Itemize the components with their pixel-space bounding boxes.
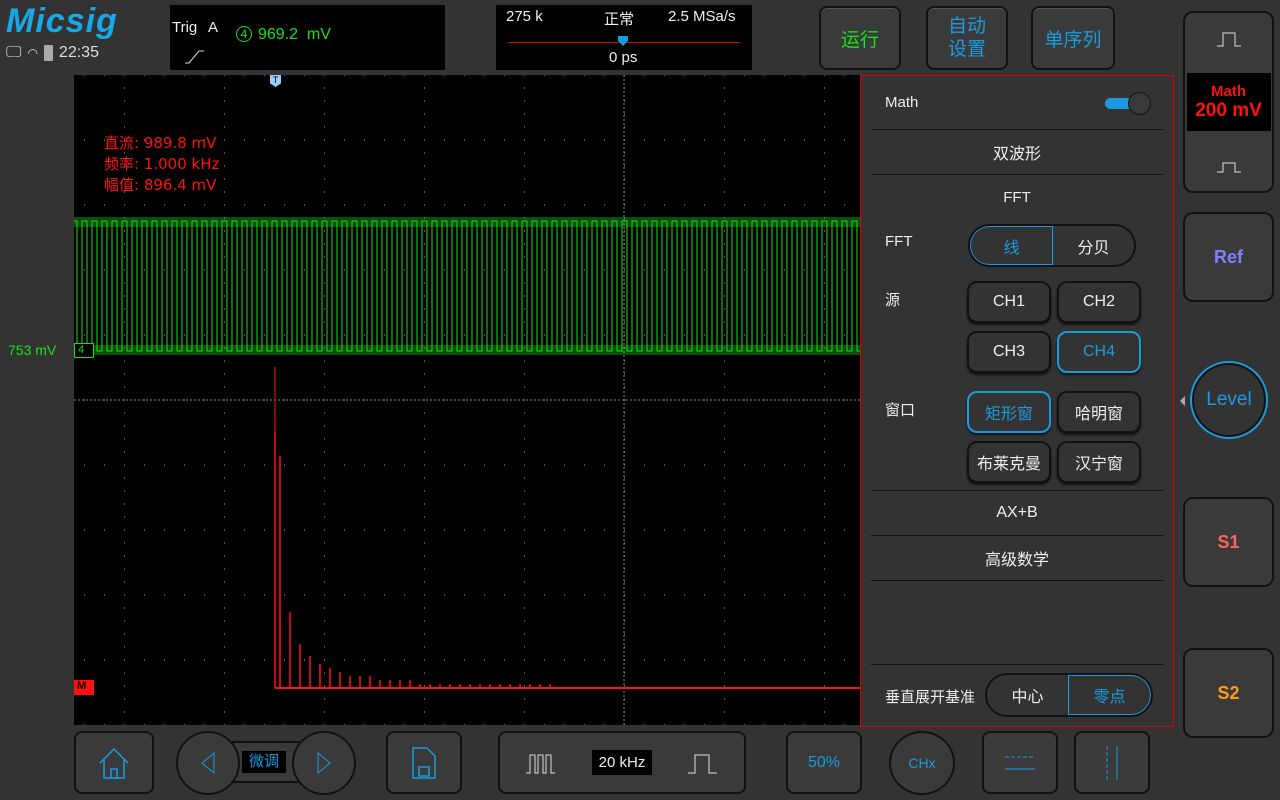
measurement-dc: 直流: 989.8 mV [104,134,217,152]
vertical-ref-toggle: 中心 零点 [985,673,1153,717]
vert-center-button[interactable]: 中心 [987,675,1068,715]
vertical-ref-label: 垂直展开基准 [885,688,976,706]
window-blackman-button[interactable]: 布莱克曼 [967,441,1051,483]
measurement-amplitude: 幅值: 896.4 mV [104,176,217,194]
timebase-info[interactable]: 275 k 正常 2.5 MSa/s 0 ps [496,5,752,70]
vertical-cursor-icon [1106,745,1118,780]
axb-item[interactable]: AX+B [871,491,1163,536]
vertical-cursor-button[interactable] [1074,731,1150,794]
right-arrow-icon [317,752,331,774]
rising-edge-icon [185,50,204,64]
timebase-slower-icon[interactable] [688,752,718,774]
scale-down-icon[interactable] [1216,157,1241,173]
window-rect-button[interactable]: 矩形窗 [967,391,1051,433]
monitor-icon: 🖵 [6,44,22,61]
battery-icon [43,45,53,61]
source-label: 源 [885,291,901,309]
fft-linear-button[interactable]: 线 [970,226,1053,265]
divider [871,664,1163,665]
dual-waveform-item[interactable]: 双波形 [871,130,1163,175]
s2-button[interactable]: S2 [1183,648,1274,738]
math-toggle[interactable] [1105,91,1151,115]
fft-mode-label: FFT [885,233,913,250]
trigger-info[interactable]: Trig A 4 969.2 mV [170,5,445,70]
math-scale-value: 200 mV [1195,99,1262,121]
waveform-display[interactable]: 直流: 989.8 mV 频率: 1.000 kHz 幅值: 896.4 mV … [74,75,860,725]
s1-button[interactable]: S1 [1183,497,1274,587]
ch4-high-level [74,217,860,227]
math-label: Math [885,94,919,111]
save-button[interactable] [386,731,462,794]
left-arrow-icon [201,752,215,774]
math-scale-label: Math [1211,82,1246,100]
fft-db-button[interactable]: 分贝 [1053,226,1134,265]
source-ch2-button[interactable]: CH2 [1057,281,1141,323]
ch4-low-level [74,345,860,355]
fft-title: FFT [1003,189,1031,206]
acq-mode: 正常 [604,10,635,28]
math-menu-panel: Math 双波形 FFT FFT 线 分贝 源 CH1 CH2 CH3 CH4 … [860,75,1174,727]
home-icon [99,747,129,779]
timebase-faster-icon[interactable] [526,752,556,774]
source-ch3-button[interactable]: CH3 [967,331,1051,373]
prev-button[interactable] [176,731,240,795]
horizontal-cursor-icon [1005,756,1035,769]
fft-scale-toggle: 线 分贝 [968,224,1136,267]
timebase-control: 20 kHz [498,731,746,794]
auto-setup-button[interactable]: 自动 设置 [926,6,1008,70]
wifi-icon: ◠ [27,46,38,60]
ch4-waveform [74,220,860,352]
advanced-math-item[interactable]: 高级数学 [871,536,1163,581]
vert-zero-button[interactable]: 零点 [1068,675,1151,715]
memory-depth: 275 k [506,8,543,25]
ref-button[interactable]: Ref [1183,212,1274,302]
trigger-position-marker[interactable] [618,36,628,46]
clock: 22:35 [58,44,99,61]
horizontal-cursor-button[interactable] [982,731,1058,794]
level-knob[interactable]: Level [1190,361,1268,439]
ch4-marker[interactable]: 4 [74,343,94,358]
channel-select-button[interactable]: CHx [889,731,955,795]
timebase-value: 20 kHz [591,750,653,775]
measurements: 直流: 989.8 mV 频率: 1.000 kHz 幅值: 896.4 mV [104,133,219,196]
measurement-freq: 频率: 1.000 kHz [104,155,220,173]
sample-rate: 2.5 MSa/s [668,8,736,25]
single-button[interactable]: 单序列 [1031,6,1115,70]
math-toggle-row: Math [871,76,1163,130]
next-button[interactable] [292,731,356,795]
auto-line1: 自动 [947,15,986,37]
math-marker[interactable]: M [74,680,94,695]
status-bar: 🖵 ◠ 22:35 [6,44,99,62]
window-hanning-button[interactable]: 汉宁窗 [1057,441,1141,483]
fifty-percent-button[interactable]: 50% [786,731,862,794]
trig-level: 969.2 mV [258,26,331,43]
source-ch4-button[interactable]: CH4 [1057,331,1141,373]
ch4-offset-label: 753 mV [8,342,57,358]
math-scale-control: Math 200 mV [1183,11,1274,193]
fine-adjust-label[interactable]: 微调 [242,751,286,773]
micsig-logo: Micsig [6,2,118,40]
scale-up-icon[interactable] [1216,31,1241,47]
horizontal-position: 0 ps [609,49,638,66]
run-button[interactable]: 运行 [819,6,901,70]
trig-mode: A [208,19,219,36]
trig-channel: 4 [236,26,252,42]
save-icon [412,746,436,779]
auto-line2: 设置 [947,38,986,60]
home-button[interactable] [74,731,154,794]
source-ch1-button[interactable]: CH1 [967,281,1051,323]
window-hamming-button[interactable]: 哈明窗 [1057,391,1141,433]
trig-label: Trig [172,19,198,36]
math-scale-display: Math 200 mV [1186,73,1271,131]
window-label: 窗口 [885,401,916,419]
level-arrow-icon [1180,396,1185,406]
